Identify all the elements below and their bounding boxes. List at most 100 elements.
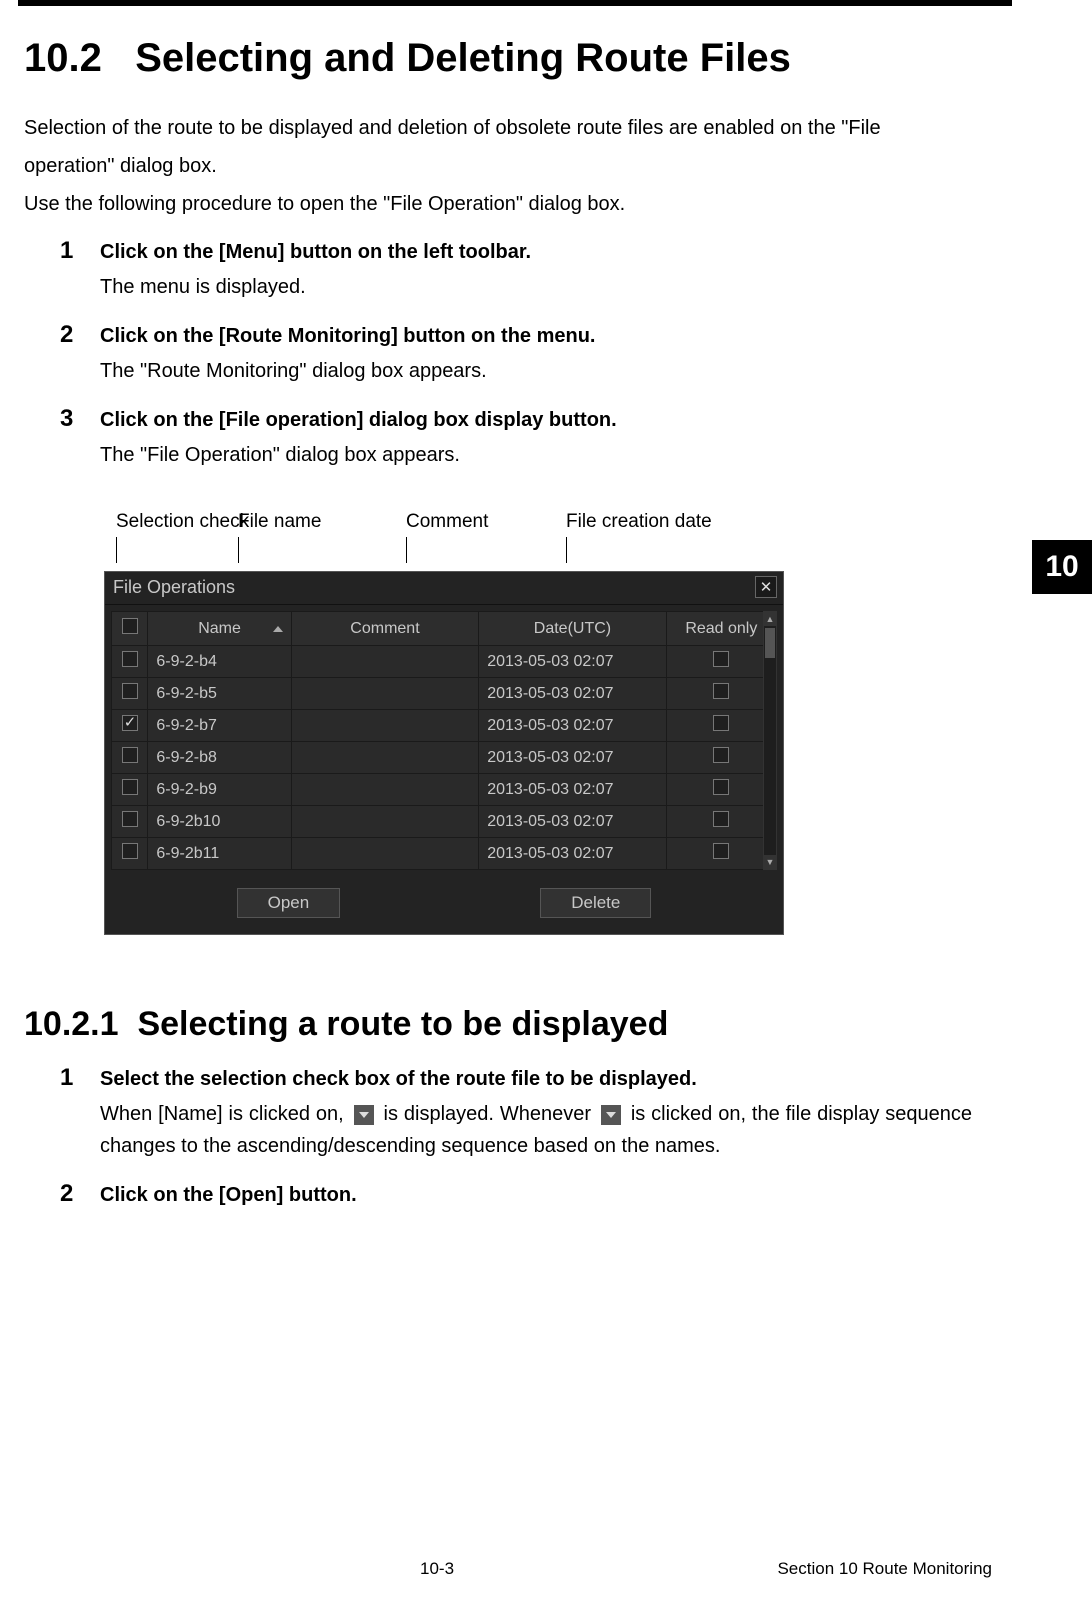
- callout-text: File creation date: [566, 511, 712, 532]
- callout-labels: Selection check File name Comment File c…: [104, 511, 804, 571]
- scroll-down-icon[interactable]: ▼: [764, 855, 776, 869]
- row-name: 6-9-2b11: [148, 838, 291, 870]
- row-name: 6-9-2-b5: [148, 678, 291, 710]
- delete-button[interactable]: Delete: [540, 888, 651, 918]
- row-readonly[interactable]: [666, 806, 776, 838]
- callout-selection: Selection check: [116, 511, 249, 563]
- table-row[interactable]: 6-9-2b11 2013-05-03 02:07: [112, 838, 777, 870]
- row-comment: [291, 774, 478, 806]
- table-row[interactable]: 6-9-2-b52013-05-03 02:07: [112, 678, 777, 710]
- row-checkbox[interactable]: [112, 742, 148, 774]
- callout-text: Selection check: [116, 511, 249, 532]
- row-name: 6-9-2-b7: [148, 710, 291, 742]
- checkbox-icon: [122, 715, 138, 731]
- table-row[interactable]: 6-9-2-b92013-05-03 02:07: [112, 774, 777, 806]
- step-title: Click on the [Menu] button on the left t…: [100, 237, 972, 267]
- step-2: 2 Click on the [Route Monitoring] button…: [60, 321, 972, 387]
- step-title: Select the selection check box of the ro…: [100, 1064, 972, 1094]
- header-readonly[interactable]: Read only: [666, 612, 776, 646]
- step-1: 1 Click on the [Menu] button on the left…: [60, 237, 972, 303]
- close-icon: ✕: [760, 578, 773, 596]
- checkbox-icon: [122, 811, 138, 827]
- row-checkbox[interactable]: [112, 806, 148, 838]
- row-comment: [291, 742, 478, 774]
- checkbox-icon: [122, 618, 138, 634]
- callout-filename: File name: [238, 511, 321, 563]
- checkbox-icon: [713, 683, 729, 699]
- scroll-up-icon[interactable]: ▲: [764, 612, 776, 626]
- callout-creation: File creation date: [566, 511, 712, 563]
- row-checkbox[interactable]: [112, 646, 148, 678]
- subsection-heading: Selecting a route to be displayed: [137, 1005, 668, 1043]
- checkbox-icon: [122, 747, 138, 763]
- dialog-title: File Operations: [113, 577, 235, 598]
- step-number: 1: [60, 237, 100, 303]
- file-operations-dialog: File Operations ✕ Name Comment Date(UTC): [104, 571, 784, 935]
- open-button[interactable]: Open: [237, 888, 341, 918]
- table-row[interactable]: 6-9-2-b72013-05-03 02:07: [112, 710, 777, 742]
- step-desc: The "File Operation" dialog box appears.: [100, 439, 972, 471]
- checkbox-icon: [713, 779, 729, 795]
- dialog-button-row: Open Delete: [105, 870, 783, 934]
- checkbox-icon: [713, 843, 729, 859]
- footer-section: Section 10 Route Monitoring: [777, 1559, 992, 1579]
- header-name[interactable]: Name: [148, 612, 291, 646]
- footer-page-number: 10-3: [420, 1559, 454, 1579]
- row-readonly[interactable]: [666, 646, 776, 678]
- file-table: Name Comment Date(UTC) Read only 6-9-2-b…: [111, 611, 777, 870]
- callout-line: [116, 537, 117, 563]
- row-readonly[interactable]: [666, 838, 776, 870]
- step-3: 3 Click on the [File operation] dialog b…: [60, 405, 972, 471]
- figure-area: Selection check File name Comment File c…: [104, 511, 804, 935]
- step-title: Click on the [Route Monitoring] button o…: [100, 321, 972, 351]
- checkbox-icon: [122, 843, 138, 859]
- row-date: 2013-05-03 02:07: [479, 806, 666, 838]
- header-date[interactable]: Date(UTC): [479, 612, 666, 646]
- callout-line: [238, 537, 239, 563]
- step-number: 2: [60, 321, 100, 387]
- row-readonly[interactable]: [666, 742, 776, 774]
- dropdown-icon: [601, 1105, 621, 1125]
- intro-paragraph-2: Use the following procedure to open the …: [24, 185, 972, 223]
- table-row[interactable]: 6-9-2b102013-05-03 02:07: [112, 806, 777, 838]
- header-comment[interactable]: Comment: [291, 612, 478, 646]
- dropdown-icon: [354, 1105, 374, 1125]
- dialog-titlebar: File Operations ✕: [105, 572, 783, 605]
- row-date: 2013-05-03 02:07: [479, 838, 666, 870]
- callout-text: File name: [238, 511, 321, 532]
- callout-comment: Comment: [406, 511, 488, 563]
- checkbox-icon: [122, 651, 138, 667]
- row-comment: [291, 710, 478, 742]
- row-checkbox[interactable]: [112, 678, 148, 710]
- step-b1: 1 Select the selection check box of the …: [60, 1064, 972, 1162]
- row-checkbox[interactable]: [112, 710, 148, 742]
- row-checkbox[interactable]: [112, 774, 148, 806]
- checkbox-icon: [122, 779, 138, 795]
- row-name: 6-9-2-b4: [148, 646, 291, 678]
- page-footer: 10-3 Section 10 Route Monitoring: [0, 1559, 1092, 1579]
- row-date: 2013-05-03 02:07: [479, 646, 666, 678]
- checkbox-icon: [713, 715, 729, 731]
- step-desc: The "Route Monitoring" dialog box appear…: [100, 355, 972, 387]
- scrollbar[interactable]: ▲ ▼: [763, 611, 777, 870]
- row-readonly[interactable]: [666, 774, 776, 806]
- row-readonly[interactable]: [666, 678, 776, 710]
- step-desc: The menu is displayed.: [100, 271, 972, 303]
- step-title: Click on the [Open] button.: [100, 1180, 972, 1210]
- step-b2: 2 Click on the [Open] button.: [60, 1180, 972, 1210]
- checkbox-icon: [713, 811, 729, 827]
- table-row[interactable]: 6-9-2-b82013-05-03 02:07: [112, 742, 777, 774]
- row-comment: [291, 646, 478, 678]
- checkbox-icon: [122, 683, 138, 699]
- header-checkbox[interactable]: [112, 612, 148, 646]
- row-checkbox[interactable]: [112, 838, 148, 870]
- desc-text: is displayed. Whenever: [378, 1103, 597, 1125]
- step-number: 3: [60, 405, 100, 471]
- close-button[interactable]: ✕: [755, 576, 777, 598]
- row-date: 2013-05-03 02:07: [479, 742, 666, 774]
- scroll-thumb[interactable]: [765, 628, 775, 658]
- table-row[interactable]: 6-9-2-b4 2013-05-03 02:07: [112, 646, 777, 678]
- callout-line: [406, 537, 407, 563]
- callout-text: Comment: [406, 511, 488, 532]
- row-readonly[interactable]: [666, 710, 776, 742]
